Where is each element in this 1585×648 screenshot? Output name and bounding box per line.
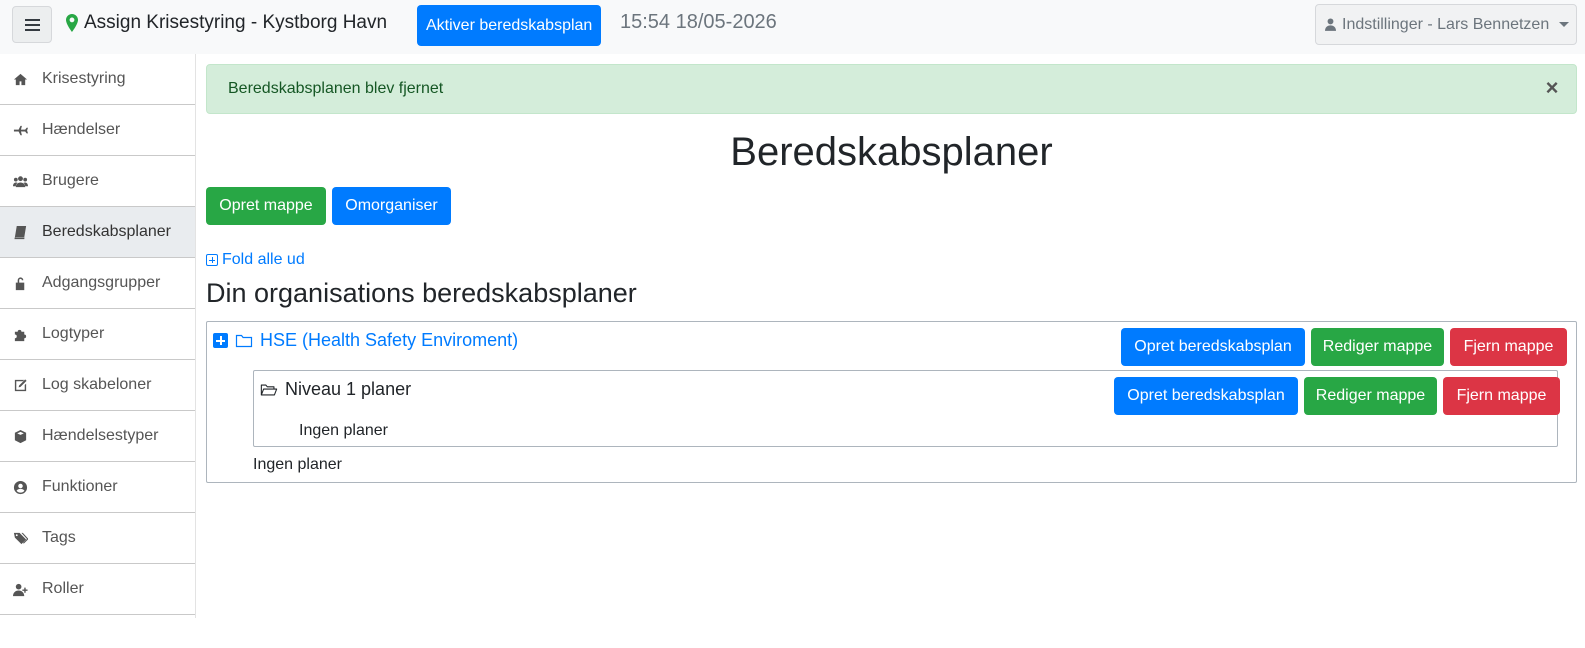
sidebar-item-label: Logtyper xyxy=(42,325,105,342)
sidebar-item-brugere[interactable]: Brugere xyxy=(0,156,195,207)
folder-niveau-1: Niveau 1 planer Opret beredskabsplan Red… xyxy=(253,370,1560,447)
close-icon[interactable]: × xyxy=(1542,77,1562,99)
sidebar-item-label: Roller xyxy=(42,580,84,597)
sidebar-item-tags[interactable]: Tags xyxy=(0,513,195,564)
sidebar-item-haendelser[interactable]: Hændelser xyxy=(0,105,195,156)
cube-icon xyxy=(12,428,28,444)
edit-icon xyxy=(12,377,28,393)
book-icon xyxy=(12,224,28,240)
sidebar-item-label: Tags xyxy=(42,529,76,546)
sidebar-item-funktioner[interactable]: Funktioner xyxy=(0,462,195,513)
plane-icon xyxy=(12,122,28,138)
edit-folder-button[interactable]: Rediger mappe xyxy=(1304,377,1437,415)
sidebar-item-label: Krisestyring xyxy=(42,70,126,87)
puzzle-icon xyxy=(12,326,28,342)
page-title: Beredskabsplaner xyxy=(730,130,1053,174)
hamburger-icon[interactable] xyxy=(12,6,52,43)
sidebar-item-logtyper[interactable]: Logtyper xyxy=(0,309,195,360)
folder-header[interactable]: HSE (Health Safety Enviroment) xyxy=(213,330,518,351)
fold-all-label: Fold alle ud xyxy=(222,251,305,268)
sidebar-item-label: Brugere xyxy=(42,172,99,189)
folder-hse: HSE (Health Safety Enviroment) Opret ber… xyxy=(206,321,1577,483)
edit-folder-button[interactable]: Rediger mappe xyxy=(1311,328,1444,366)
sidebar-item-label: Funktioner xyxy=(42,478,118,495)
section-title: Din organisations beredskabsplaner xyxy=(206,278,637,308)
folder-header[interactable]: Niveau 1 planer xyxy=(260,379,411,400)
folder-name-link[interactable]: HSE (Health Safety Enviroment) xyxy=(260,330,518,351)
home-icon xyxy=(12,71,28,87)
sidebar-item-label: Adgangsgrupper xyxy=(42,274,161,291)
remove-folder-button[interactable]: Fjern mappe xyxy=(1450,328,1567,366)
sidebar-item-beredskabsplaner[interactable]: Beredskabsplaner xyxy=(0,207,195,258)
folder-open-icon xyxy=(260,382,278,398)
sidebar-item-label: Hændelsestyper xyxy=(42,427,159,444)
settings-dropdown[interactable]: Indstillinger - Lars Bennetzen xyxy=(1315,4,1577,45)
unlock-icon xyxy=(12,275,28,291)
map-marker-icon xyxy=(66,14,78,32)
sidebar-item-label: Hændelser xyxy=(42,121,121,138)
user-circle-icon xyxy=(12,479,28,495)
users-icon xyxy=(12,173,28,189)
user-plus-icon xyxy=(12,581,28,597)
clock: 15:54 18/05-2026 xyxy=(620,11,777,33)
app-title-text: Assign Krisestyring - Kystborg Havn xyxy=(84,12,388,33)
empty-plans-text: Ingen planer xyxy=(299,422,388,439)
fold-all-link[interactable]: Fold alle ud xyxy=(206,251,305,269)
reorganize-button[interactable]: Omorganiser xyxy=(332,187,451,225)
empty-plans-text: Ingen planer xyxy=(253,456,342,473)
top-navbar: Assign Krisestyring - Kystborg Havn Akti… xyxy=(0,0,1585,54)
activate-plan-button[interactable]: Aktiver beredskabsplan xyxy=(417,5,602,46)
app-title[interactable]: Assign Krisestyring - Kystborg Havn xyxy=(66,12,387,34)
sidebar-item-adgangsgrupper[interactable]: Adgangsgrupper xyxy=(0,258,195,309)
chevron-down-icon xyxy=(1559,22,1570,27)
plus-square-icon xyxy=(206,254,218,266)
folder-icon xyxy=(235,333,253,349)
sidebar-item-log-skabeloner[interactable]: Log skabeloner xyxy=(0,360,195,411)
settings-label: Indstillinger - Lars Bennetzen xyxy=(1342,15,1550,33)
folder-name: Niveau 1 planer xyxy=(285,379,412,399)
sidebar: Krisestyring Hændelser Brugere Beredskab… xyxy=(0,54,196,618)
create-plan-button[interactable]: Opret beredskabsplan xyxy=(1114,377,1298,415)
create-folder-button[interactable]: Opret mappe xyxy=(206,187,326,225)
tags-icon xyxy=(12,530,28,546)
create-plan-button[interactable]: Opret beredskabsplan xyxy=(1121,328,1305,366)
sidebar-item-label: Log skabeloner xyxy=(42,376,152,393)
sidebar-item-label: Beredskabsplaner xyxy=(42,223,171,240)
sidebar-item-roller[interactable]: Roller xyxy=(0,564,195,615)
success-alert: Beredskabsplanen blev fjernet × xyxy=(206,64,1577,114)
remove-folder-button[interactable]: Fjern mappe xyxy=(1443,377,1560,415)
alert-message: Beredskabsplanen blev fjernet xyxy=(228,80,444,97)
expand-icon[interactable] xyxy=(213,333,228,348)
sidebar-item-haendelsestyper[interactable]: Hændelsestyper xyxy=(0,411,195,462)
user-icon xyxy=(1325,18,1336,31)
sidebar-item-krisestyring[interactable]: Krisestyring xyxy=(0,54,195,105)
